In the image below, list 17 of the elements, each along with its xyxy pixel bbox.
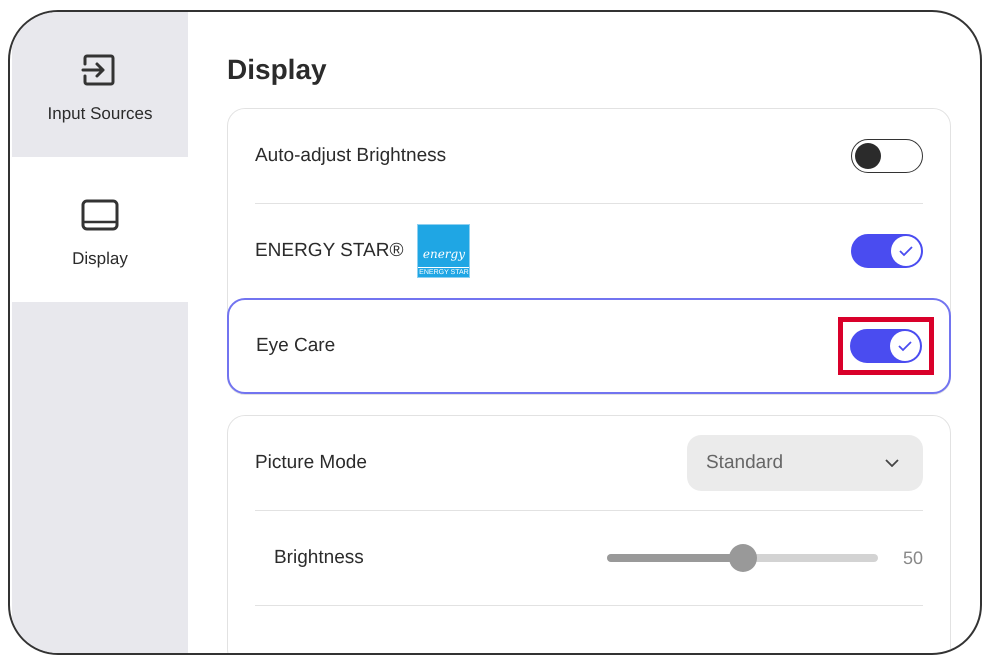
setting-label: ENERGY STAR®	[255, 240, 404, 262]
setting-label: Eye Care	[256, 335, 336, 357]
chevron-down-icon	[885, 459, 899, 467]
toggle-switch[interactable]	[851, 139, 923, 173]
setting-label: Picture Mode	[255, 452, 367, 474]
slider-value: 50	[902, 548, 923, 568]
setting-label: Brightness	[274, 547, 364, 569]
brightness-slider[interactable]	[607, 544, 878, 572]
page-title: Display	[227, 54, 328, 86]
monitor-icon	[81, 198, 119, 230]
check-icon	[897, 340, 913, 352]
sidebar-item[interactable]: Input Sources	[12, 12, 188, 157]
toggle-switch[interactable]	[850, 329, 922, 363]
toggle-switch[interactable]	[851, 234, 923, 268]
picture-mode-dropdown[interactable]: Standard	[687, 435, 923, 491]
setting-label: Auto-adjust Brightness	[255, 145, 446, 167]
check-icon	[898, 245, 914, 257]
